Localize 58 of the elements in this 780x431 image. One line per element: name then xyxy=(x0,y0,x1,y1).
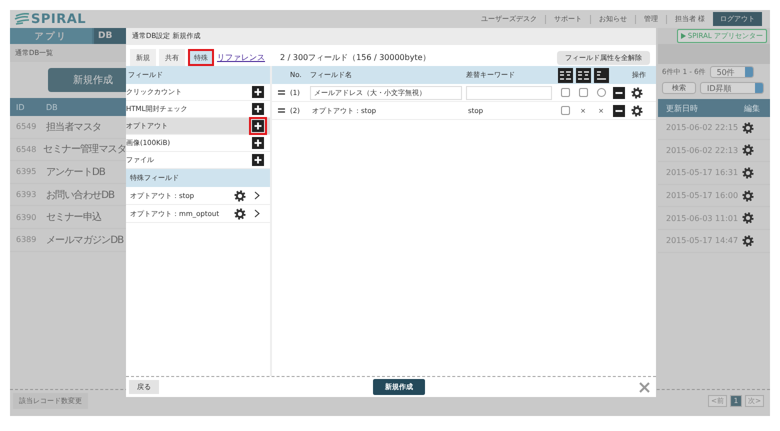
table-cell: 2015-06-03 11:01 xyxy=(666,214,738,223)
add-button[interactable] xyxy=(249,83,267,101)
settings-icon[interactable] xyxy=(742,190,754,202)
column-header: 編集 xyxy=(744,102,760,114)
logo[interactable]: SPIRAL xyxy=(31,12,86,26)
settings-icon[interactable] xyxy=(234,190,246,202)
table-cell-text: 6389 xyxy=(15,235,38,244)
close-icon[interactable] xyxy=(639,382,650,392)
table-cell-text: 6390 xyxy=(15,212,38,222)
table-cell[interactable]: セミナー管理マスタ xyxy=(43,142,126,156)
table-cell: 2015-05-17 16:31 xyxy=(666,168,738,178)
table-cell-text: 6393 xyxy=(15,190,38,200)
settings-icon[interactable] xyxy=(234,208,246,220)
table-cell: 2015-05-17 16:00 xyxy=(666,191,738,200)
settings-icon[interactable] xyxy=(742,144,754,156)
remove-icon[interactable] xyxy=(613,104,625,116)
table-cell[interactable]: メールマガジンDB xyxy=(46,232,124,247)
swirl-icon xyxy=(14,13,30,25)
nav-tab[interactable]: DB xyxy=(94,28,126,44)
table-cell[interactable]: 担当者マスタ xyxy=(46,120,102,134)
column-header: 更新日時 xyxy=(666,102,698,114)
settings-icon[interactable] xyxy=(742,166,754,179)
column-header: ID xyxy=(15,102,26,112)
checkbox[interactable] xyxy=(560,106,570,115)
checkbox[interactable] xyxy=(578,88,588,97)
table-cell: 2015-06-02 22:13 xyxy=(666,146,738,155)
checkbox[interactable] xyxy=(560,88,570,97)
table-cell[interactable]: お問い合わせDB xyxy=(46,188,114,202)
per-page-select[interactable]: 50件 xyxy=(710,66,754,78)
settings-icon[interactable] xyxy=(631,104,643,116)
column-icon xyxy=(576,68,590,82)
add-button[interactable] xyxy=(249,134,267,152)
add-button[interactable] xyxy=(249,117,267,135)
table-cell: 2015-05-17 14:47 xyxy=(666,236,738,246)
table-cell-text: 6548 xyxy=(15,144,38,154)
settings-icon[interactable] xyxy=(631,86,643,98)
sort-select[interactable]: ID昇順 xyxy=(700,82,764,94)
drag-handle-icon[interactable] xyxy=(278,108,284,113)
table-cell[interactable]: アンケートDB xyxy=(46,164,105,179)
table-cell-text: 6549 xyxy=(15,122,38,132)
column-icon xyxy=(594,68,608,82)
add-button[interactable] xyxy=(249,151,267,169)
table-cell-text: 6395 xyxy=(15,167,38,176)
add-button[interactable] xyxy=(249,100,267,118)
settings-icon[interactable] xyxy=(742,122,754,134)
field-count: 2 / 300フィールド（156 / 30000byte） xyxy=(280,52,431,63)
keyword-input[interactable] xyxy=(466,86,552,100)
play-icon xyxy=(680,33,686,39)
drag-handle-icon[interactable] xyxy=(278,90,284,95)
reference-link[interactable]: リファレンス xyxy=(217,52,265,63)
column-icon xyxy=(558,68,572,82)
radio-button[interactable] xyxy=(596,88,606,97)
table-cell[interactable]: セミナー申込 xyxy=(46,210,102,224)
settings-icon[interactable] xyxy=(742,234,754,247)
settings-icon[interactable] xyxy=(742,212,754,224)
table-cell: 2015-06-02 22:15 xyxy=(666,123,738,132)
remove-icon[interactable] xyxy=(613,86,625,98)
column-header: DB xyxy=(46,102,58,112)
